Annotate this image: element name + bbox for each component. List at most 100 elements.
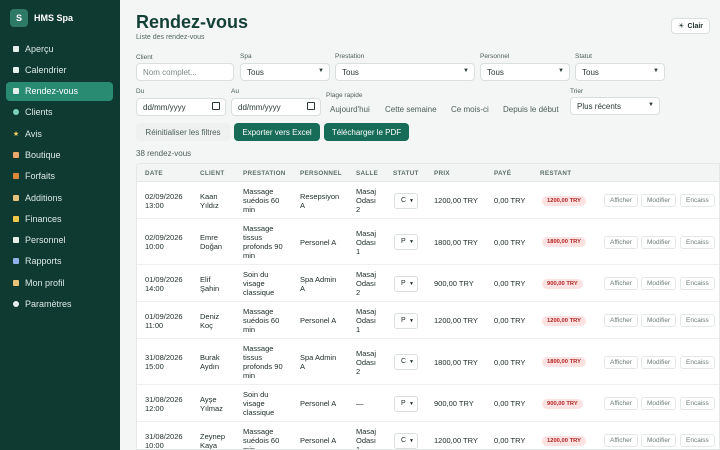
quick-this-week[interactable]: Cette semaine <box>385 105 437 114</box>
sidebar-item-boutique[interactable]: Boutique <box>6 145 113 164</box>
quick-all-time[interactable]: Depuis le début <box>503 105 559 114</box>
sidebar-item-label: Avis <box>25 128 42 139</box>
view-button[interactable]: Afficher <box>604 356 638 369</box>
cell-paye: 0,00 TRY <box>494 399 526 408</box>
cell-line: Masaj <box>356 270 377 279</box>
cell-staff: Personel A <box>300 399 336 408</box>
view-button[interactable]: Afficher <box>604 314 638 327</box>
status-select[interactable]: C ▼ <box>394 433 418 449</box>
sidebar-item-additions[interactable]: Additions <box>6 188 113 207</box>
appointments-icon <box>12 87 20 95</box>
sidebar-item-forfaits[interactable]: Forfaits <box>6 167 113 186</box>
cell-line: 02/09/2026 <box>145 192 183 201</box>
cell-date: 01/09/2026 14:00 <box>145 275 183 293</box>
staff-select-value: Tous <box>487 67 504 77</box>
client-search-input[interactable]: Nom complet... <box>136 63 234 81</box>
cell-line: Ayşe <box>200 395 217 404</box>
download-pdf-button[interactable]: Télécharger le PDF <box>324 123 409 141</box>
table-row: 01/09/2026 14:00 Elif Şahin Soin du visage cla… <box>137 265 719 302</box>
status-select-value: P <box>401 317 406 324</box>
cell-line: tissus <box>243 353 263 362</box>
status-select[interactable]: Tous ▼ <box>575 63 665 81</box>
date-from-input[interactable]: dd/mm/yyyy <box>136 98 226 116</box>
cell-line: 2 <box>356 367 361 376</box>
sidebar-item-aper-u[interactable]: Aperçu <box>6 39 113 58</box>
cell-staff: Personel A <box>300 436 336 445</box>
collect-button[interactable]: Encaiss <box>680 434 715 447</box>
spa-label: Spa <box>240 53 252 60</box>
sidebar-item-mon-profil[interactable]: Mon profil <box>6 273 113 292</box>
sidebar-item-calendrier[interactable]: Calendrier <box>6 60 113 79</box>
service-select[interactable]: Tous ▼ <box>335 63 475 81</box>
cell-line: Massage <box>243 427 274 436</box>
cell-line: 1 <box>356 247 361 256</box>
edit-button[interactable]: Modifier <box>641 194 677 207</box>
quick-today[interactable]: Aujourd'hui <box>330 105 370 114</box>
edit-button[interactable]: Modifier <box>641 356 677 369</box>
view-button[interactable]: Afficher <box>604 194 638 207</box>
sort-select[interactable]: Plus récents ▼ <box>570 97 660 115</box>
status-select[interactable]: C ▼ <box>394 193 418 209</box>
status-select-value: Tous <box>582 67 599 77</box>
spa-select[interactable]: Tous ▼ <box>240 63 330 81</box>
sidebar-item-label: Rendez-vous <box>25 86 79 97</box>
view-button[interactable]: Afficher <box>604 397 638 410</box>
sidebar-item-avis[interactable]: ★ Avis <box>6 124 113 143</box>
theme-toggle-button[interactable]: ☀ Clair <box>671 18 710 34</box>
cell-prix: 1200,00 TRY <box>434 436 478 445</box>
status-select[interactable]: C ▼ <box>394 354 418 370</box>
reset-filters-button[interactable]: Réinitialiser les filtres <box>136 123 230 141</box>
cell-line: Massage <box>243 224 274 233</box>
status-select[interactable]: P ▼ <box>394 276 418 292</box>
cell-paye: 0,00 TRY <box>494 358 526 367</box>
view-button[interactable]: Afficher <box>604 277 638 290</box>
view-button[interactable]: Afficher <box>604 434 638 447</box>
status-select[interactable]: P ▼ <box>394 313 418 329</box>
collect-button[interactable]: Encaiss <box>680 356 715 369</box>
collect-button[interactable]: Encaiss <box>680 277 715 290</box>
sidebar-item-finances[interactable]: Finances <box>6 209 113 228</box>
cell-line: — <box>356 399 364 408</box>
edit-button[interactable]: Modifier <box>641 236 677 249</box>
staff-select[interactable]: Tous ▼ <box>480 63 570 81</box>
cell-line: suédois 60 <box>243 436 280 445</box>
collect-button[interactable]: Encaiss <box>680 314 715 327</box>
cell-line: min <box>243 205 256 214</box>
cell-line: suédois 60 <box>243 196 280 205</box>
col-room: SALLE <box>356 170 379 177</box>
cell-staff: Spa Admin A <box>300 353 336 371</box>
cell-line: profonds 90 <box>243 242 283 251</box>
cell-staff: Resepsiyon A <box>300 192 339 210</box>
status-select[interactable]: P ▼ <box>394 396 418 412</box>
cell-prix: 900,00 TRY <box>434 399 474 408</box>
cell-salle: Masaj Odası 1 <box>356 229 378 256</box>
sidebar-item-label: Personnel <box>25 235 66 246</box>
status-select[interactable]: P ▼ <box>394 234 418 250</box>
sidebar-item-personnel[interactable]: Personnel <box>6 231 113 250</box>
sidebar-item-param-tres[interactable]: Paramètres <box>6 295 113 314</box>
status-select-value: P <box>401 280 406 287</box>
edit-button[interactable]: Modifier <box>641 397 677 410</box>
date-to-input[interactable]: dd/mm/yyyy <box>231 98 321 116</box>
collect-button[interactable]: Encaiss <box>680 194 715 207</box>
edit-button[interactable]: Modifier <box>641 434 677 447</box>
chevron-down-icon: ▼ <box>648 102 654 108</box>
export-excel-button[interactable]: Exporter vers Excel <box>234 123 320 141</box>
edit-button[interactable]: Modifier <box>641 314 677 327</box>
cell-line: Masaj <box>356 229 377 238</box>
sidebar-item-clients[interactable]: Clients <box>6 103 113 122</box>
cell-line: Masaj <box>356 307 377 316</box>
collect-button[interactable]: Encaiss <box>680 236 715 249</box>
view-button[interactable]: Afficher <box>604 236 638 249</box>
collect-button[interactable]: Encaiss <box>680 397 715 410</box>
cell-line: classique <box>243 408 275 417</box>
edit-button[interactable]: Modifier <box>641 277 677 290</box>
service-select-value: Tous <box>342 67 359 77</box>
sidebar-item-label: Additions <box>25 192 63 203</box>
quick-this-month[interactable]: Ce mois-ci <box>451 105 489 114</box>
cell-prix: 1800,00 TRY <box>434 358 478 367</box>
sidebar-item-rapports[interactable]: Rapports <box>6 252 113 271</box>
remaining-badge: 1800,00 TRY <box>542 357 586 367</box>
sidebar-item-rendez-vous[interactable]: Rendez-vous <box>6 81 113 101</box>
appointments-table: DATE CLIENT PRESTATION PERSONNEL SALLE S… <box>136 163 720 450</box>
